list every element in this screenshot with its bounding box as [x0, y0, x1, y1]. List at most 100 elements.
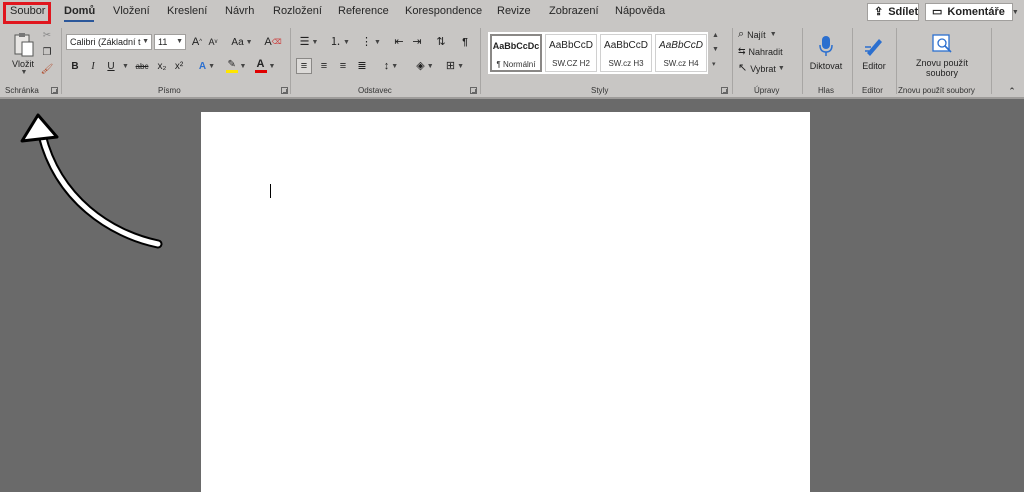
share-icon: ⇪ [874, 5, 884, 18]
increase-indent-button[interactable]: ⇥ [410, 34, 424, 50]
align-center-button[interactable]: ≡ [316, 58, 332, 74]
superscript-button[interactable]: x² [172, 58, 186, 74]
strikethrough-button[interactable]: abc [133, 58, 151, 74]
divider [732, 28, 733, 94]
style-preview: AaBbCcDc [492, 41, 540, 51]
subscript-button[interactable]: x₂ [155, 58, 169, 74]
divider [480, 28, 481, 94]
chevron-up-icon[interactable]: ▲ [712, 32, 719, 39]
highlight-color-button[interactable]: ✎ ▼ [225, 58, 247, 74]
comments-button[interactable]: ▭ Komentáře ▼ [925, 3, 1019, 21]
tab-mailings[interactable]: Korespondence [405, 5, 482, 17]
editor-button[interactable]: Editor [856, 28, 892, 78]
style-name: ¶ Normální [496, 60, 536, 69]
annotation-arrow [20, 113, 163, 249]
align-center-icon: ≡ [320, 59, 328, 72]
group-label-editing: Úpravy [754, 86, 780, 95]
align-left-button[interactable]: ≡ [296, 58, 312, 74]
font-color-button[interactable]: A ▼ [254, 58, 276, 74]
cut-icon[interactable]: ✂ [41, 28, 53, 42]
group-label-editor: Editor [862, 86, 883, 95]
text-effects-icon: A [198, 60, 207, 72]
share-label: Sdílet [888, 6, 919, 18]
document-page[interactable] [201, 112, 810, 492]
align-left-icon: ≡ [300, 59, 308, 72]
underline-button[interactable]: U [104, 58, 118, 74]
tab-view[interactable]: Zobrazení [549, 5, 599, 17]
bullets-button[interactable]: ☰ ▼ [296, 34, 322, 50]
tab-insert[interactable]: Vložení [113, 5, 150, 17]
tab-design[interactable]: Návrh [225, 5, 254, 17]
highlighter-icon: ✎ [225, 59, 238, 73]
tab-help[interactable]: Nápověda [615, 5, 665, 17]
divider [61, 28, 62, 94]
group-label-styles: Styly [591, 86, 609, 95]
dictate-label: Diktovat [809, 61, 843, 71]
chevron-down-icon[interactable]: ▼ [122, 63, 129, 70]
select-button[interactable]: ↖ Vybrat ▼ [738, 61, 792, 76]
grow-font-button[interactable]: A ^ [190, 34, 204, 50]
paste-button[interactable]: Vložit ▼ [8, 28, 38, 80]
active-tab-indicator [64, 20, 94, 22]
sort-button[interactable]: ⇅ [434, 34, 448, 50]
group-label-voice: Hlas [818, 86, 835, 95]
multilevel-list-button[interactable]: ⋮ ▼ [358, 34, 384, 50]
font-size-dropdown[interactable]: 11 ▼ [154, 34, 186, 50]
ribbon-home: Vložit ▼ ✂ ❐ 🖌 Schránka Calibri (Základn… [0, 24, 1024, 97]
style-sw-cz-h3[interactable]: AaBbCcD SW.cz H3 [600, 34, 652, 72]
tab-layout[interactable]: Rozložení [273, 5, 322, 17]
format-painter-icon[interactable]: 🖌 [41, 62, 54, 76]
shrink-font-button[interactable]: Av [206, 34, 220, 50]
clear-formatting-button[interactable]: A ⌫ [264, 34, 281, 50]
group-label-reuse-files: Znovu použít soubory [898, 86, 975, 95]
change-case-button[interactable]: Aa ▼ [230, 34, 254, 50]
text-effects-button[interactable]: A ▼ [196, 58, 218, 74]
clipboard-launcher-icon[interactable] [51, 87, 58, 94]
reuse-files-label-line2: soubory [925, 67, 959, 78]
borders-button[interactable]: ⊞ ▼ [442, 58, 468, 74]
reuse-files-label-line1: Znovu použít [915, 57, 969, 68]
dictate-button[interactable]: Diktovat [806, 28, 846, 78]
file-tab-highlight-box [3, 2, 51, 24]
shading-button[interactable]: ◈ ▼ [412, 58, 438, 74]
font-name-dropdown[interactable]: Calibri (Základní t ▼ [66, 34, 152, 50]
bold-button[interactable]: B [68, 58, 82, 74]
clear-formatting-icon: A [264, 36, 272, 48]
align-right-icon: ≡ [339, 59, 347, 72]
paragraph-launcher-icon[interactable] [470, 87, 477, 94]
copy-icon[interactable]: ❐ [41, 45, 53, 59]
chevron-down-icon[interactable]: ▼ [712, 46, 719, 53]
show-marks-button[interactable]: ¶ [458, 34, 472, 50]
tab-home[interactable]: Domů [64, 5, 95, 17]
style-normal[interactable]: AaBbCcDc ¶ Normální [490, 34, 542, 72]
align-right-button[interactable]: ≡ [335, 58, 351, 74]
style-sw-cz-h4[interactable]: AaBbCcD SW.cz H4 [655, 34, 707, 72]
style-sw-cz-h2[interactable]: AaBbCcD SW.CZ H2 [545, 34, 597, 72]
style-name: SW.cz H3 [608, 59, 644, 68]
tab-review[interactable]: Revize [497, 5, 531, 17]
style-name: SW.cz H4 [663, 59, 699, 68]
tab-references[interactable]: Reference [338, 5, 389, 17]
replace-button[interactable]: ⇆ Nahradit [738, 44, 798, 59]
reuse-files-button[interactable]: Znovu použít soubory [904, 28, 980, 82]
decrease-indent-button[interactable]: ⇤ [392, 34, 406, 50]
italic-button[interactable]: I [86, 58, 100, 74]
chevron-down-icon: ▼ [20, 69, 28, 76]
divider [991, 28, 992, 94]
justify-button[interactable]: ≣ [354, 58, 370, 74]
font-launcher-icon[interactable] [281, 87, 288, 94]
gallery-more-icon[interactable]: ▾ [712, 60, 716, 68]
find-button[interactable]: ⌕ Najít ▼ [738, 27, 790, 42]
line-spacing-button[interactable]: ↕ ▼ [378, 58, 404, 74]
replace-label: Nahradit [748, 46, 783, 57]
cursor-arrow-icon: ↖ [738, 62, 748, 74]
styles-launcher-icon[interactable] [721, 87, 728, 94]
share-button[interactable]: ⇪ Sdílet [867, 3, 919, 21]
collapse-ribbon-icon[interactable]: ⌃ [1006, 86, 1018, 96]
divider [802, 28, 803, 94]
increase-indent-icon: ⇥ [412, 35, 422, 48]
tab-draw[interactable]: Kreslení [167, 5, 207, 17]
numbering-button[interactable]: ⒈ ▼ [327, 34, 353, 50]
chevron-down-icon: ▼ [1011, 8, 1019, 16]
microphone-icon [819, 36, 833, 56]
